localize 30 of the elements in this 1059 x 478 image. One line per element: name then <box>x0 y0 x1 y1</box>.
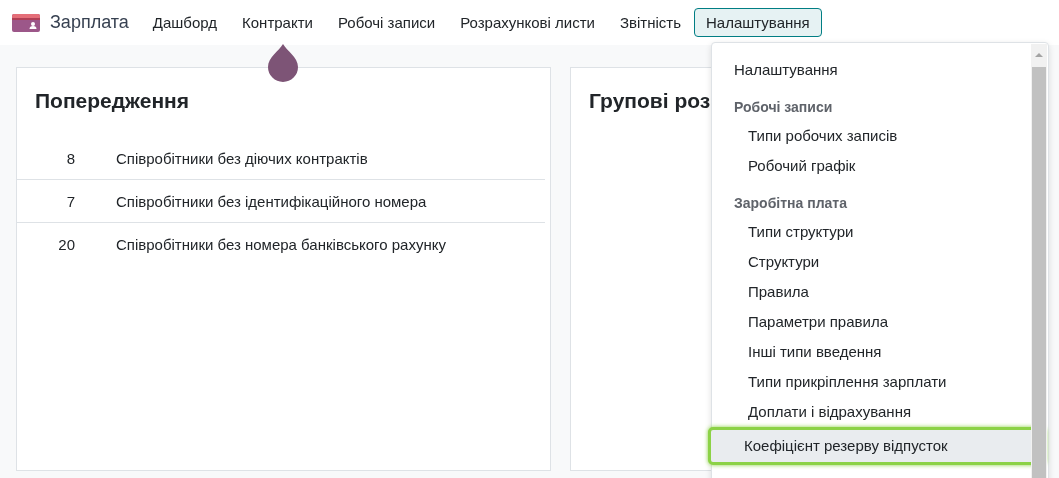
dropdown-menu-item[interactable]: Структури <box>712 247 1031 277</box>
warning-count: 20 <box>57 235 75 253</box>
dropdown-menu-item[interactable]: Доплати і відрахування <box>712 397 1031 427</box>
nav-menu-item[interactable]: Робочі записи <box>325 8 448 37</box>
dropdown-menu-item[interactable]: Робочий графік <box>712 151 1031 181</box>
dropdown-menu-item[interactable]: Типи структури <box>712 217 1031 247</box>
app-logo-icon[interactable] <box>12 13 40 32</box>
card-title: Групові роз <box>589 89 711 113</box>
warning-link[interactable]: Співробітники без номера банківського рахунку <box>116 235 446 253</box>
dropdown-menu-item[interactable]: Типи прикріплення зарплати <box>712 367 1031 397</box>
card-title: Попередження <box>35 89 190 113</box>
dropdown-menu-item[interactable]: Правила <box>712 277 1031 307</box>
dropdown-menu-item[interactable]: Параметри правила <box>712 307 1031 337</box>
nav-menu-item[interactable]: Налаштування <box>694 8 822 37</box>
app-name[interactable]: Зарплата <box>50 12 129 33</box>
scrollbar[interactable] <box>1031 44 1047 478</box>
nav-menu-item[interactable]: Розрахункові листи <box>448 8 607 37</box>
menu-section-header: Заробітна плата <box>733 194 848 213</box>
warning-link[interactable]: Співробітники без діючих контрактів <box>116 149 368 167</box>
menu-section-header: Робочі записи <box>733 98 834 117</box>
warning-link[interactable]: Співробітники без ідентифікаційного номера <box>116 192 427 210</box>
nav-menu-item[interactable]: Дашборд <box>140 8 230 37</box>
dropdown-menu-item[interactable]: Налаштування <box>712 55 1031 85</box>
dropdown-menu-item[interactable]: Інші типи введення <box>712 337 1031 367</box>
warning-count: 8 <box>65 149 75 167</box>
nav-menu-item[interactable]: Звітність <box>607 8 693 37</box>
pin-icon <box>268 44 298 82</box>
warning-count: 7 <box>65 192 75 210</box>
dropdown-menu-item[interactable]: Типи робочих записів <box>712 121 1031 151</box>
nav-menu-item[interactable]: Контракти <box>230 8 325 37</box>
